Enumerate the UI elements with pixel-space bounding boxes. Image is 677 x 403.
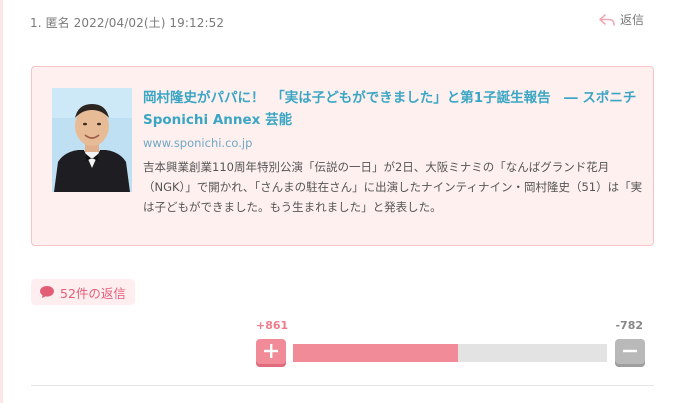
minus-icon [622, 343, 638, 363]
comment-divider [31, 385, 654, 386]
speech-bubble-icon [39, 285, 55, 299]
replies-count-button[interactable]: 52件の返信 [31, 279, 135, 305]
plus-vote-button[interactable] [256, 339, 286, 367]
article-domain: www.sponichi.co.jp [143, 136, 253, 150]
vote-ratio-bar [293, 344, 607, 362]
link-preview-card[interactable]: 岡村隆史がパパに！ 「実は子どもができました」と第1子誕生報告 ― スポニチ S… [31, 66, 654, 246]
minus-vote-count: -782 [615, 319, 643, 332]
reply-label: 返信 [619, 13, 644, 27]
article-thumbnail[interactable] [52, 88, 132, 192]
plus-icon [263, 343, 279, 363]
left-accent-rule [0, 0, 3, 403]
comment-header: 1. 匿名 2022/04/02(土) 19:12:52 [30, 16, 225, 30]
replies-count-label: 52件の返信 [60, 285, 126, 301]
article-description: 吉本興業創業110周年特別公演「伝説の一日」が2日、大阪ミナミの「なんばグランド… [143, 160, 643, 214]
reply-button[interactable]: 返信 [598, 11, 644, 28]
article-title-link[interactable]: 岡村隆史がパパに！ 「実は子どもができました」と第1子誕生報告 ― スポニチ S… [143, 87, 643, 131]
vote-ratio-fill [293, 344, 458, 362]
minus-vote-button[interactable] [615, 339, 645, 367]
plus-vote-count: +861 [256, 319, 289, 332]
reply-arrow-icon [598, 13, 616, 27]
